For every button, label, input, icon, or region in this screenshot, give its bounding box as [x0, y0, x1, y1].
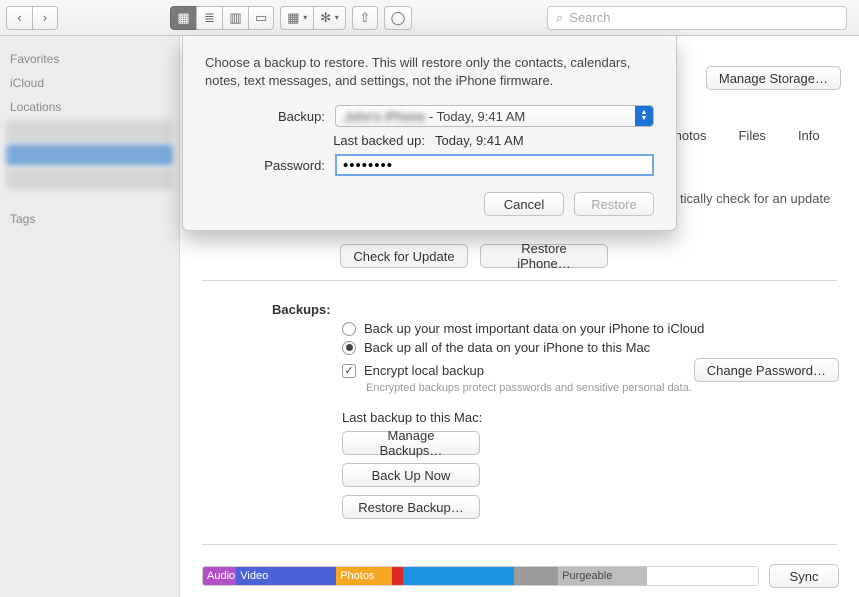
toolbar: ‹ › ▦ ≣ ▥ ▭ ▦ ▾ ✻ ▾ ⇧ ◯ ⌕ Search — [0, 0, 859, 36]
change-password-button[interactable]: Change Password… — [694, 358, 839, 382]
divider — [202, 544, 837, 545]
list-view-icon: ≣ — [204, 10, 215, 26]
sheet-backup-label: Backup: — [205, 109, 335, 124]
sheet-restore-button[interactable]: Restore — [574, 192, 654, 216]
sidebar-icloud-header[interactable]: iCloud — [0, 70, 179, 94]
tab-info[interactable]: Info — [792, 122, 826, 149]
share-button[interactable]: ⇧ — [352, 6, 378, 30]
nav-forward-button[interactable]: › — [32, 6, 58, 30]
backup-mac-radio-row[interactable]: Back up all of the data on your iPhone t… — [342, 340, 839, 355]
password-value: •••••••• — [343, 157, 393, 174]
manage-backups-button[interactable]: Manage Backups… — [342, 431, 480, 455]
sync-button[interactable]: Sync — [769, 564, 839, 588]
sidebar-tags-header[interactable]: Tags — [0, 206, 179, 230]
search-icon: ⌕ — [556, 10, 563, 26]
backup-icloud-radio-row[interactable]: Back up your most important data on your… — [342, 321, 839, 336]
encrypt-label: Encrypt local backup — [364, 363, 484, 378]
radio-checked-icon — [342, 341, 356, 355]
restore-iphone-button[interactable]: Restore iPhone… — [480, 244, 608, 268]
share-icon: ⇧ — [359, 10, 370, 26]
icons-view-icon: ▦ — [177, 10, 189, 26]
restore-sheet: Choose a backup to restore. This will re… — [182, 36, 677, 231]
sheet-cancel-button[interactable]: Cancel — [484, 192, 564, 216]
sidebar-device-item[interactable] — [6, 120, 173, 142]
search-input[interactable]: ⌕ Search — [547, 6, 847, 30]
radio-icon — [342, 322, 356, 336]
group-button[interactable]: ▦ ▾ — [280, 6, 313, 30]
action-menu-button[interactable]: ✻ ▾ — [313, 6, 346, 30]
nav-back-button[interactable]: ‹ — [6, 6, 32, 30]
manage-storage-button[interactable]: Manage Storage… — [706, 66, 841, 90]
tab-files[interactable]: Files — [732, 122, 771, 149]
storage-video-segment: Video — [236, 567, 336, 585]
view-gallery-button[interactable]: ▭ — [248, 6, 274, 30]
update-note: tically check for an update — [680, 191, 830, 206]
stepper-arrows-icon: ▲▼ — [635, 106, 653, 126]
checkbox-checked-icon — [342, 364, 356, 378]
backup-dropdown[interactable]: John's iPhone - Today, 9:41 AM ▲▼ — [335, 105, 654, 127]
search-placeholder: Search — [569, 10, 610, 25]
storage-audio-segment: Audio — [203, 567, 236, 585]
chevron-down-icon: ▾ — [335, 13, 339, 22]
last-backup-label: Last backup to this Mac: — [342, 410, 839, 425]
sheet-lastbackup-value: Today, 9:41 AM — [435, 133, 524, 148]
sidebar-favorites-header[interactable]: Favorites — [0, 46, 179, 70]
backup-icloud-label: Back up your most important data on your… — [364, 321, 704, 336]
backups-label: Backups: — [272, 302, 331, 317]
sidebar-locations-header[interactable]: Locations — [0, 94, 179, 118]
tags-button[interactable]: ◯ — [384, 6, 413, 30]
gear-icon: ✻ — [320, 10, 331, 26]
sheet-password-label: Password: — [205, 158, 335, 173]
view-icons-button[interactable]: ▦ — [170, 6, 196, 30]
sheet-message: Choose a backup to restore. This will re… — [205, 54, 654, 89]
gallery-view-icon: ▭ — [255, 10, 267, 26]
backups-section: Backups: Back up your most important dat… — [272, 302, 839, 519]
back-up-now-button[interactable]: Back Up Now — [342, 463, 480, 487]
sheet-lastbackup-label: Last backed up: — [205, 133, 435, 148]
columns-view-icon: ▥ — [229, 10, 241, 26]
storage-free-segment — [647, 567, 758, 585]
sidebar-device-item[interactable] — [6, 168, 173, 190]
storage-segment — [403, 567, 514, 585]
storage-photos-segment: Photos — [336, 567, 392, 585]
sidebar: Favorites iCloud Locations Tags — [0, 36, 180, 597]
storage-bar: Audio Video Photos Purgeable — [202, 566, 759, 586]
backup-dropdown-name: John's iPhone — [344, 109, 425, 124]
tag-icon: ◯ — [391, 10, 406, 26]
restore-backup-button[interactable]: Restore Backup… — [342, 495, 480, 519]
divider — [202, 280, 837, 281]
backup-mac-label: Back up all of the data on your iPhone t… — [364, 340, 650, 355]
storage-segment — [392, 567, 403, 585]
backup-dropdown-time: - Today, 9:41 AM — [429, 109, 525, 124]
group-icon: ▦ — [287, 10, 299, 26]
chevron-down-icon: ▾ — [303, 13, 307, 22]
view-list-button[interactable]: ≣ — [196, 6, 222, 30]
sidebar-device-item-selected[interactable] — [6, 144, 173, 166]
view-columns-button[interactable]: ▥ — [222, 6, 248, 30]
storage-segment — [514, 567, 558, 585]
encrypt-hint: Encrypted backups protect passwords and … — [366, 382, 839, 394]
check-for-update-button[interactable]: Check for Update — [340, 244, 468, 268]
storage-purgeable-segment: Purgeable — [558, 567, 647, 585]
password-input[interactable]: •••••••• — [335, 154, 654, 176]
